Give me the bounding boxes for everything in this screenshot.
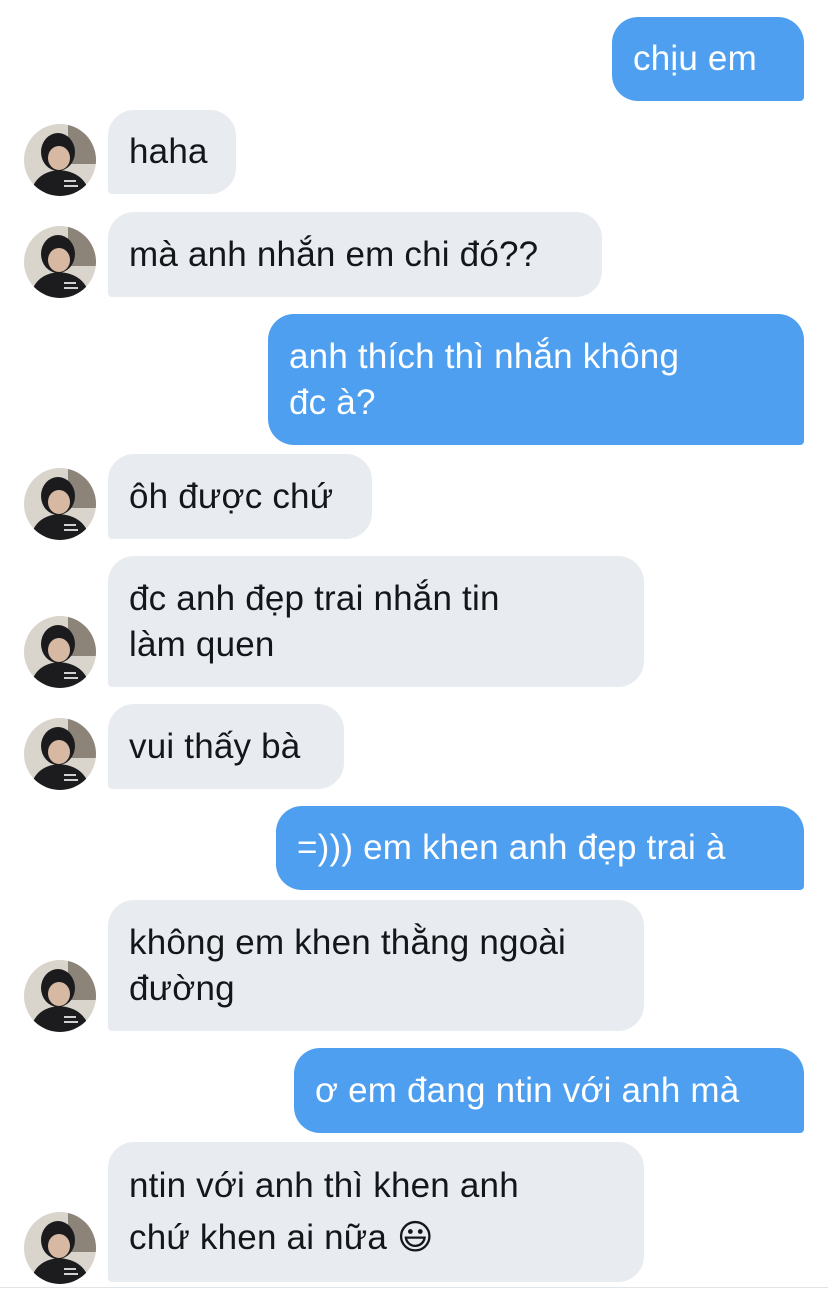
- message-text: anh thích thì nhắn không đc à?: [289, 336, 680, 422]
- message-text: không em khen thằng ngoài đường: [129, 922, 566, 1008]
- contact-avatar[interactable]: [24, 718, 96, 790]
- message-text: =))) em khen anh đẹp trai à: [297, 828, 726, 867]
- message-text: chịu em: [633, 39, 757, 78]
- contact-avatar[interactable]: [24, 226, 96, 298]
- contact-avatar[interactable]: [24, 960, 96, 1032]
- message-text: mà anh nhắn em chi đó??: [129, 234, 539, 274]
- avatar-photo-icon: [24, 124, 96, 196]
- avatar-photo-icon: [24, 616, 96, 688]
- message-bubble-incoming[interactable]: vui thấy bà: [108, 704, 344, 789]
- contact-avatar[interactable]: [24, 1212, 96, 1284]
- contact-avatar[interactable]: [24, 468, 96, 540]
- avatar-photo-icon: [24, 718, 96, 790]
- divider: [0, 1287, 828, 1288]
- message-text: ơ em đang ntin với anh mà: [315, 1070, 740, 1110]
- message-bubble-outgoing[interactable]: chịu em: [612, 17, 804, 101]
- contact-avatar[interactable]: [24, 616, 96, 688]
- avatar-photo-icon: [24, 226, 96, 298]
- avatar-photo-icon: [24, 1212, 96, 1284]
- message-bubble-outgoing[interactable]: ơ em đang ntin với anh mà: [294, 1048, 804, 1133]
- message-bubble-outgoing[interactable]: anh thích thì nhắn không đc à?: [268, 314, 804, 445]
- message-bubble-outgoing[interactable]: =))) em khen anh đẹp trai à: [276, 806, 804, 890]
- avatar-photo-icon: [24, 468, 96, 540]
- message-bubble-incoming[interactable]: không em khen thằng ngoài đường: [108, 900, 644, 1031]
- message-text: vui thấy bà: [129, 726, 301, 766]
- message-bubble-incoming[interactable]: haha: [108, 110, 236, 194]
- message-bubble-incoming[interactable]: ôh được chứ: [108, 454, 372, 539]
- message-text: haha: [129, 132, 208, 171]
- avatar-photo-icon: [24, 960, 96, 1032]
- contact-avatar[interactable]: [24, 124, 96, 196]
- message-text: ntin với anh thì khen anh chứ khen ai nữ…: [129, 1166, 519, 1257]
- message-bubble-incoming[interactable]: mà anh nhắn em chi đó??: [108, 212, 602, 297]
- message-text: đc anh đẹp trai nhắn tin làm quen: [129, 578, 500, 664]
- message-bubble-incoming[interactable]: đc anh đẹp trai nhắn tin làm quen: [108, 556, 644, 687]
- message-bubble-incoming[interactable]: ntin với anh thì khen anh chứ khen ai nữ…: [108, 1142, 644, 1282]
- message-text: ôh được chứ: [129, 476, 334, 516]
